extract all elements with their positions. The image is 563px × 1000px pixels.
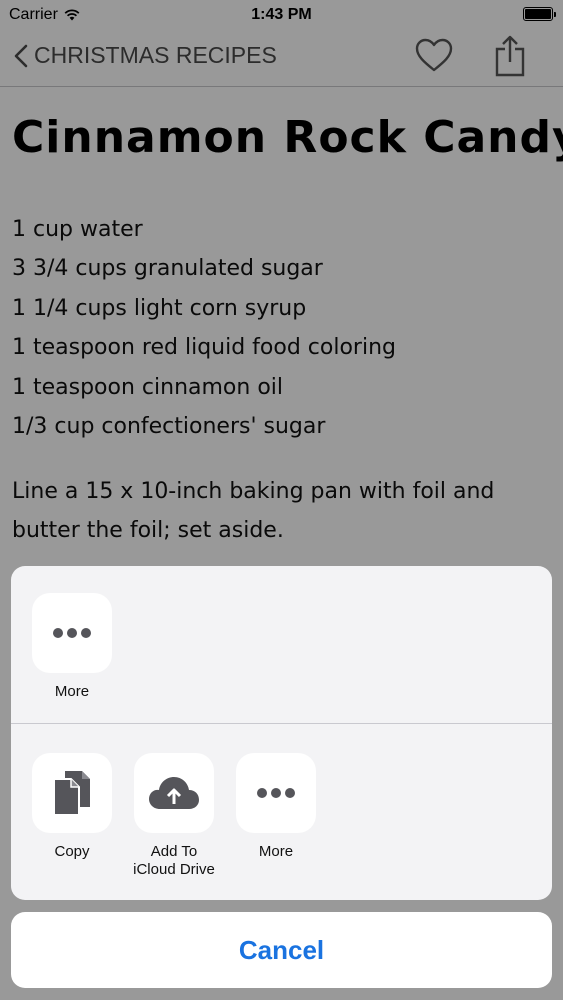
icloud-upload-icon [134,753,214,833]
action-more-button[interactable]: More [235,753,317,861]
share-row: More [11,566,552,723]
icloud-label: Add To iCloud Drive [133,843,215,878]
share-sheet: More Copy Add To iCloud Drive More [11,566,552,900]
action-row: Copy Add To iCloud Drive More [11,724,552,900]
add-to-icloud-button[interactable]: Add To iCloud Drive [133,753,215,879]
action-more-label: More [258,843,294,860]
share-more-button[interactable]: More [31,593,113,701]
more-icon [236,753,316,833]
more-icon [32,593,112,673]
copy-button[interactable]: Copy [31,753,113,861]
copy-icon [32,753,112,833]
copy-label: Copy [54,843,90,860]
cancel-button[interactable]: Cancel [11,912,552,988]
share-more-label: More [54,683,90,700]
